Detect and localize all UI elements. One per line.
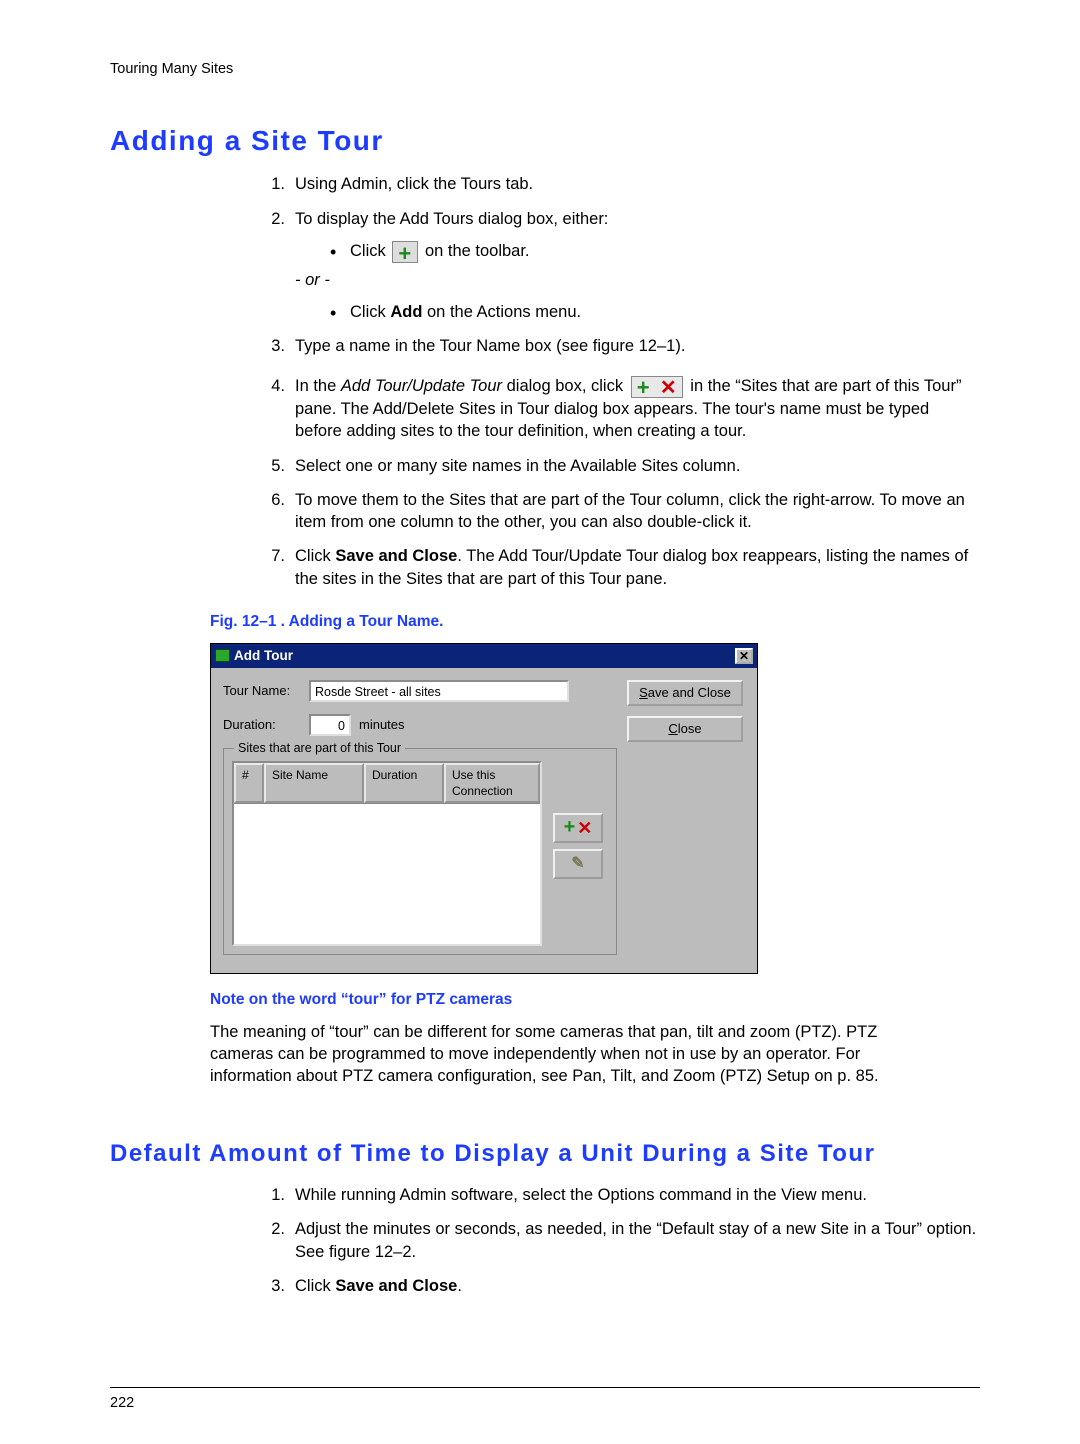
add-delete-icon: +✕ <box>631 376 683 398</box>
steps-list-1: 1. Using Admin, click the Tours tab. 2. … <box>110 173 980 589</box>
step-number: 2. <box>255 1218 285 1240</box>
col-connection[interactable]: Use this Connection <box>444 763 540 803</box>
steps-list-2: 1. While running Admin software, select … <box>110 1184 980 1297</box>
step-number: 1. <box>255 173 285 195</box>
col-duration[interactable]: Duration <box>364 763 444 803</box>
step-number: 3. <box>255 1275 285 1297</box>
dialog-titlebar: Add Tour ✕ <box>211 644 757 668</box>
sites-group: Sites that are part of this Tour # Site … <box>223 748 617 955</box>
step-text: Select one or many site names in the Ava… <box>295 457 740 475</box>
step-number: 2. <box>255 208 285 230</box>
step-number: 1. <box>255 1184 285 1206</box>
duration-input[interactable]: 0 <box>309 714 351 736</box>
or-separator: - or - <box>295 269 980 291</box>
footer-rule <box>110 1387 980 1388</box>
heading-adding-site-tour: Adding a Site Tour <box>110 122 980 160</box>
note-body: The meaning of “tour” can be different f… <box>210 1021 880 1088</box>
step-text: Adjust the minutes or seconds, as needed… <box>295 1220 976 1260</box>
list-header: # Site Name Duration Use this Connection <box>234 763 540 804</box>
col-site-name[interactable]: Site Name <box>264 763 364 803</box>
step-number: 3. <box>255 335 285 357</box>
step-text: Type a name in the Tour Name box (see fi… <box>295 337 685 355</box>
step-text: To move them to the Sites that are part … <box>295 491 965 531</box>
col-num[interactable]: # <box>234 763 264 803</box>
duration-label: Duration: <box>223 716 309 734</box>
dialog-title: Add Tour <box>234 647 293 665</box>
page-number: 222 <box>110 1394 980 1414</box>
sites-listbox[interactable]: # Site Name Duration Use this Connection <box>232 761 542 946</box>
plus-icon <box>392 241 418 263</box>
heading-default-time: Default Amount of Time to Display a Unit… <box>110 1138 980 1170</box>
plus-icon: + <box>564 814 576 841</box>
close-icon[interactable]: ✕ <box>735 648 753 664</box>
pencil-icon: ✎ <box>571 853 584 875</box>
add-delete-sites-button[interactable]: +✕ <box>553 813 603 843</box>
x-icon: ✕ <box>577 816 592 840</box>
figure-caption: Fig. 12–1 . Adding a Tour Name. <box>210 612 980 633</box>
add-tour-dialog: Add Tour ✕ Tour Name: Rosde Street - all… <box>210 643 758 974</box>
duration-unit: minutes <box>359 716 405 734</box>
step-number: 5. <box>255 455 285 477</box>
step-text: In the Add Tour/Update Tour dialog box, … <box>295 377 961 440</box>
step-number: 6. <box>255 489 285 511</box>
edit-site-button[interactable]: ✎ <box>553 849 603 879</box>
step-number: 7. <box>255 545 285 567</box>
sub-bullet: Click on the toolbar. <box>295 240 980 263</box>
step-number: 4. <box>255 375 285 397</box>
step-text: Using Admin, click the Tours tab. <box>295 175 533 193</box>
dialog-system-icon <box>215 649 230 662</box>
note-caption: Note on the word “tour” for PTZ cameras <box>210 990 980 1011</box>
close-button[interactable]: Close <box>627 716 743 742</box>
step-text: To display the Add Tours dialog box, eit… <box>295 210 608 228</box>
tour-name-input[interactable]: Rosde Street - all sites <box>309 680 569 702</box>
step-text: Click Save and Close. The Add Tour/Updat… <box>295 547 968 587</box>
step-text: Click Save and Close. <box>295 1277 462 1295</box>
step-text: While running Admin software, select the… <box>295 1186 867 1204</box>
tour-name-label: Tour Name: <box>223 682 309 700</box>
group-legend: Sites that are part of this Tour <box>234 740 405 757</box>
running-header: Touring Many Sites <box>110 60 980 80</box>
sub-bullet: Click Add on the Actions menu. <box>295 301 980 323</box>
save-and-close-button[interactable]: Save and Close <box>627 680 743 706</box>
